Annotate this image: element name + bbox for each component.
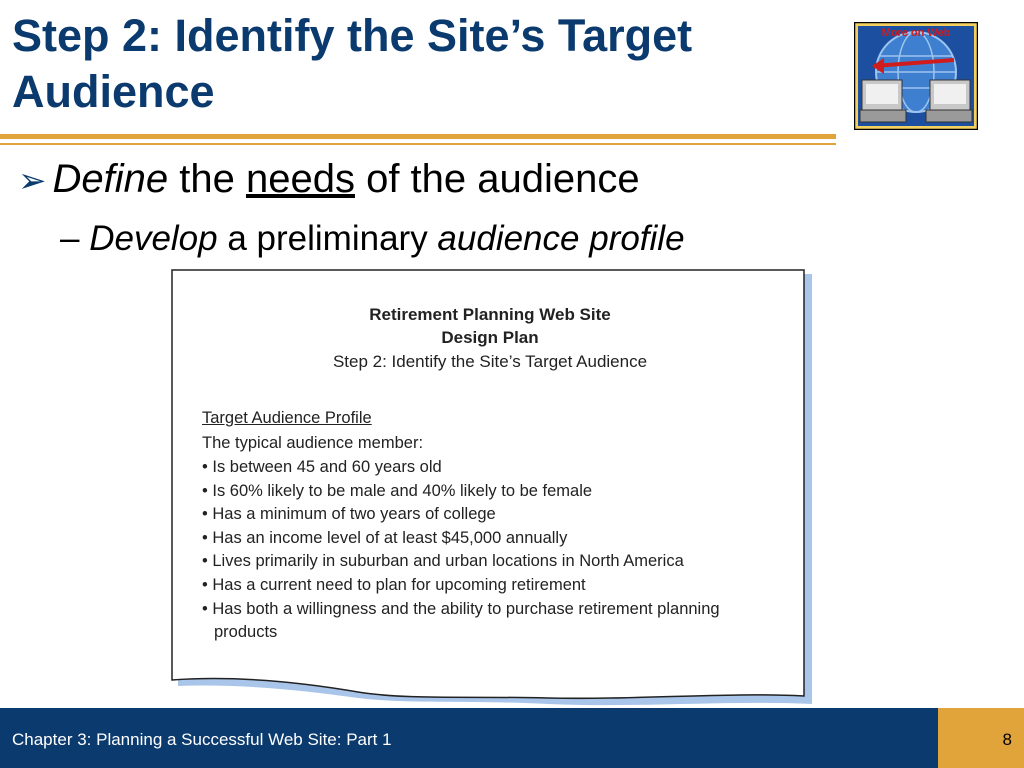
title-divider-thin [0,143,836,145]
doc-list-item: • Has a minimum of two years of college [202,505,496,523]
doc-intro: The typical audience member: [202,434,424,452]
doc-list-item: • Lives primarily in suburban and urban … [202,552,684,570]
subbullet-dash: – [60,219,80,258]
bullet1-italic: Define [52,157,169,201]
more-on-web-icon[interactable]: More on Web [854,22,978,130]
doc-title: Retirement Planning Web Site [369,305,611,324]
more-on-web-label: More on Web [882,27,951,39]
doc-list-item: • Is 60% likely to be male and 40% likel… [202,482,593,500]
doc-list-item: • Is between 45 and 60 years old [202,458,442,476]
doc-step-heading: Step 2: Identify the Site’s Target Audie… [332,352,648,371]
doc-list-item: • Has a current need to plan for upcomin… [202,576,586,594]
page-number: 8 [1002,730,1012,749]
page-number-box: 8 [938,708,1024,768]
footer-bar: Chapter 3: Planning a Successful Web Sit… [0,708,938,768]
design-plan-document: Retirement Planning Web Site Design Plan… [168,268,812,708]
bullet2-mid: a preliminary [217,219,438,258]
footer-chapter-title: Chapter 3: Planning a Successful Web Sit… [12,730,392,749]
slide-title: Step 2: Identify the Site’s Target Audie… [12,10,693,117]
bullet2-italic1: Develop [89,219,218,258]
bullet-define-needs: ➢ Define the needs of the audience [18,155,640,205]
bullet1-pre: the [168,157,246,201]
title-divider-thick [0,134,836,139]
doc-list-item-continuation: products [214,623,278,641]
doc-subtitle: Design Plan [441,328,539,347]
bullet1-underlined: needs [245,157,355,201]
doc-list-item: • Has both a willingness and the ability… [202,600,720,618]
bullet1-post: of the audience [354,157,640,201]
doc-list-item: • Has an income level of at least $45,00… [202,529,568,547]
subbullet-develop-profile: – Develop a preliminary audience profile [60,217,685,261]
doc-profile-label: Target Audience Profile [202,409,372,427]
bullet2-italic2: audience profile [437,219,685,258]
arrow-bullet-icon: ➢ [18,162,47,200]
